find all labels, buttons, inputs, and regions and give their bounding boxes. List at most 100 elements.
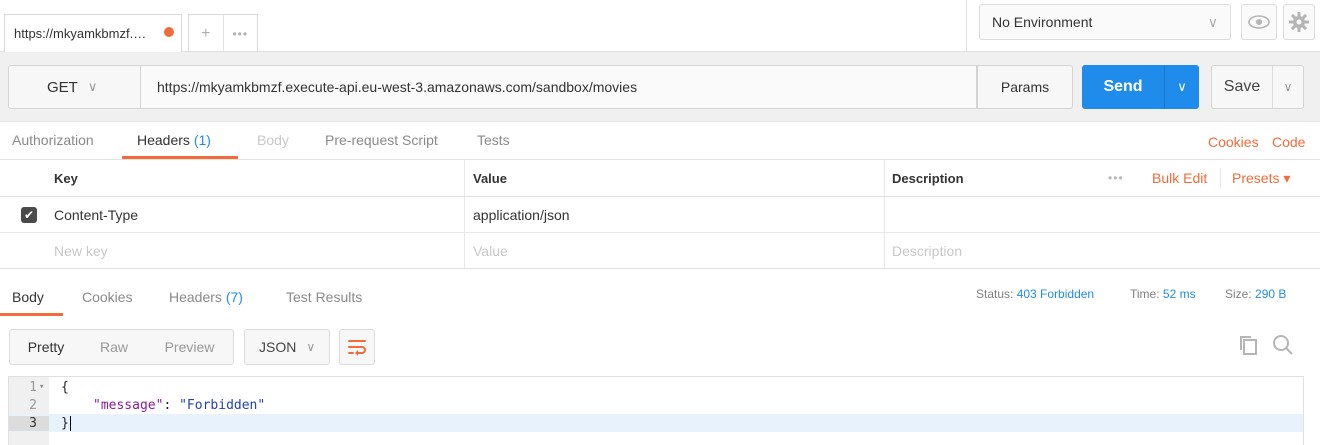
request-tab[interactable]: https://mkyamkbmzf.… — [4, 14, 182, 52]
cookies-link[interactable]: Cookies — [1208, 134, 1259, 150]
code-line: 1 ▾ { — [9, 378, 1303, 396]
code-line-active: 3 } — [9, 414, 1303, 432]
code-line: 2 "message" : "Forbidden" — [9, 396, 1303, 414]
tab-headers-label: Headers — [137, 132, 190, 148]
chevron-down-icon: ∨ — [1207, 14, 1218, 30]
status-value: 403 Forbidden — [1016, 287, 1095, 301]
environment-selected-label: No Environment — [992, 14, 1093, 30]
time-label: Time: — [1130, 287, 1160, 301]
new-key-input[interactable]: New key — [54, 233, 108, 268]
send-options-chevron-icon[interactable]: ∨ — [1164, 65, 1199, 109]
response-code-view[interactable]: 1 ▾ { 2 "message" : "Forbidden" 3 } — [8, 376, 1304, 445]
tab-response-headers-count: (7) — [225, 289, 243, 305]
wrap-lines-icon[interactable] — [339, 329, 375, 365]
tab-pre-request-script[interactable]: Pre-request Script — [325, 132, 438, 148]
more-options-dots-icon[interactable]: ••• — [1108, 160, 1124, 196]
send-label: Send — [1103, 78, 1143, 95]
url-input[interactable]: https://mkyamkbmzf.execute-api.eu-west-3… — [141, 65, 977, 109]
new-tab-plus-icon[interactable]: + — [189, 15, 223, 52]
chevron-down-icon: ∨ — [306, 340, 316, 354]
json-value: "Forbidden" — [179, 397, 266, 413]
url-bar: GET ∨ https://mkyamkbmzf.execute-api.eu-… — [0, 52, 1320, 122]
json-colon: : — [163, 397, 180, 413]
code-link[interactable]: Code — [1272, 134, 1305, 150]
save-label: Save — [1223, 78, 1261, 95]
column-divider — [884, 160, 885, 196]
column-divider — [884, 233, 885, 268]
format-select[interactable]: JSON ∨ — [244, 329, 330, 365]
text-cursor — [69, 415, 71, 431]
tab-response-headers-label: Headers — [169, 289, 222, 305]
send-button[interactable]: Send ∨ — [1082, 65, 1199, 109]
copy-icon[interactable] — [1238, 334, 1258, 359]
environment-select[interactable]: No Environment ∨ — [979, 4, 1231, 40]
bulk-edit-link[interactable]: Bulk Edit — [1152, 160, 1207, 196]
size-label: Size: — [1225, 287, 1252, 301]
view-mode-group: Pretty Raw Preview — [9, 329, 234, 365]
tab-tools: + ••• — [188, 14, 258, 52]
response-tabs: Body Cookies Headers (7) Test Results St… — [0, 268, 1320, 316]
column-header-description: Description — [892, 170, 964, 186]
code-open-brace: { — [61, 379, 69, 395]
table-row-new: New key Value Description — [0, 233, 1320, 269]
format-label: JSON — [259, 339, 297, 355]
url-text: https://mkyamkbmzf.execute-api.eu-west-3… — [157, 79, 638, 95]
tab-test-results[interactable]: Test Results — [286, 289, 362, 305]
separator — [1220, 168, 1221, 188]
line-number: 2 — [29, 397, 37, 413]
method-select[interactable]: GET ∨ — [8, 65, 141, 109]
tab-headers-count: (1) — [193, 132, 211, 148]
view-pretty-button[interactable]: Pretty — [10, 330, 82, 364]
tab-tests[interactable]: Tests — [477, 132, 510, 148]
tab-body[interactable]: Body — [257, 132, 289, 148]
manage-environments-gear-icon[interactable] — [1283, 4, 1315, 40]
column-header-key: Key — [54, 170, 78, 186]
json-key: "message" — [93, 397, 164, 413]
tab-headers[interactable]: Headers (1) — [137, 132, 211, 148]
response-size: Size: 290 B — [1225, 287, 1286, 301]
params-button[interactable]: Params — [977, 65, 1073, 109]
header-key-input[interactable]: Content-Type — [54, 197, 138, 232]
table-row: ✔ Content-Type application/json — [0, 197, 1320, 233]
tab-bar: https://mkyamkbmzf.… + ••• No Environmen… — [0, 0, 1320, 52]
unsaved-dot-icon — [164, 27, 174, 37]
method-label: GET — [47, 78, 78, 96]
code-close-brace: } — [61, 415, 69, 431]
save-button[interactable]: Save ∨ — [1211, 65, 1304, 109]
active-tab-indicator — [0, 313, 63, 316]
view-preview-button[interactable]: Preview — [146, 330, 233, 364]
time-value: 52 ms — [1162, 287, 1196, 301]
fold-toggle-icon[interactable]: ▾ — [39, 382, 44, 392]
header-enabled-checkbox[interactable]: ✔ — [21, 207, 37, 223]
column-divider — [464, 197, 465, 232]
column-header-value: Value — [473, 170, 507, 186]
more-tabs-dots-icon[interactable]: ••• — [222, 15, 258, 52]
size-value: 290 B — [1255, 287, 1287, 301]
column-divider — [464, 160, 465, 196]
environment-quick-look-eye-icon[interactable] — [1241, 4, 1277, 40]
view-raw-button[interactable]: Raw — [82, 330, 146, 364]
column-divider — [464, 233, 465, 268]
new-description-input[interactable]: Description — [892, 233, 962, 268]
headers-table: Key Value Description ••• Bulk Edit Pres… — [0, 160, 1320, 269]
status-label: Status: — [976, 287, 1014, 301]
response-status: Status: 403 Forbidden — [976, 287, 1094, 301]
request-tabs: Authorization Headers (1) Body Pre-reque… — [0, 122, 1320, 160]
active-tab-indicator — [122, 156, 238, 159]
chevron-down-icon: ∨ — [87, 79, 98, 94]
column-divider — [884, 197, 885, 232]
tab-response-cookies[interactable]: Cookies — [82, 289, 133, 305]
tab-response-headers[interactable]: Headers (7) — [169, 289, 243, 305]
search-icon[interactable] — [1272, 334, 1294, 359]
response-time: Time: 52 ms — [1130, 287, 1196, 301]
line-number: 3 — [9, 415, 49, 431]
presets-dropdown[interactable]: Presets ▾ — [1232, 160, 1290, 196]
table-header-row: Key Value Description ••• Bulk Edit Pres… — [0, 160, 1320, 197]
tab-authorization[interactable]: Authorization — [12, 132, 94, 148]
request-tab-title: https://mkyamkbmzf.… — [14, 26, 147, 41]
header-value-input[interactable]: application/json — [473, 197, 570, 232]
tab-response-body[interactable]: Body — [12, 289, 44, 305]
save-options-chevron-icon[interactable]: ∨ — [1272, 66, 1303, 108]
new-value-input[interactable]: Value — [473, 233, 508, 268]
environment-area: No Environment ∨ — [966, 0, 1320, 52]
